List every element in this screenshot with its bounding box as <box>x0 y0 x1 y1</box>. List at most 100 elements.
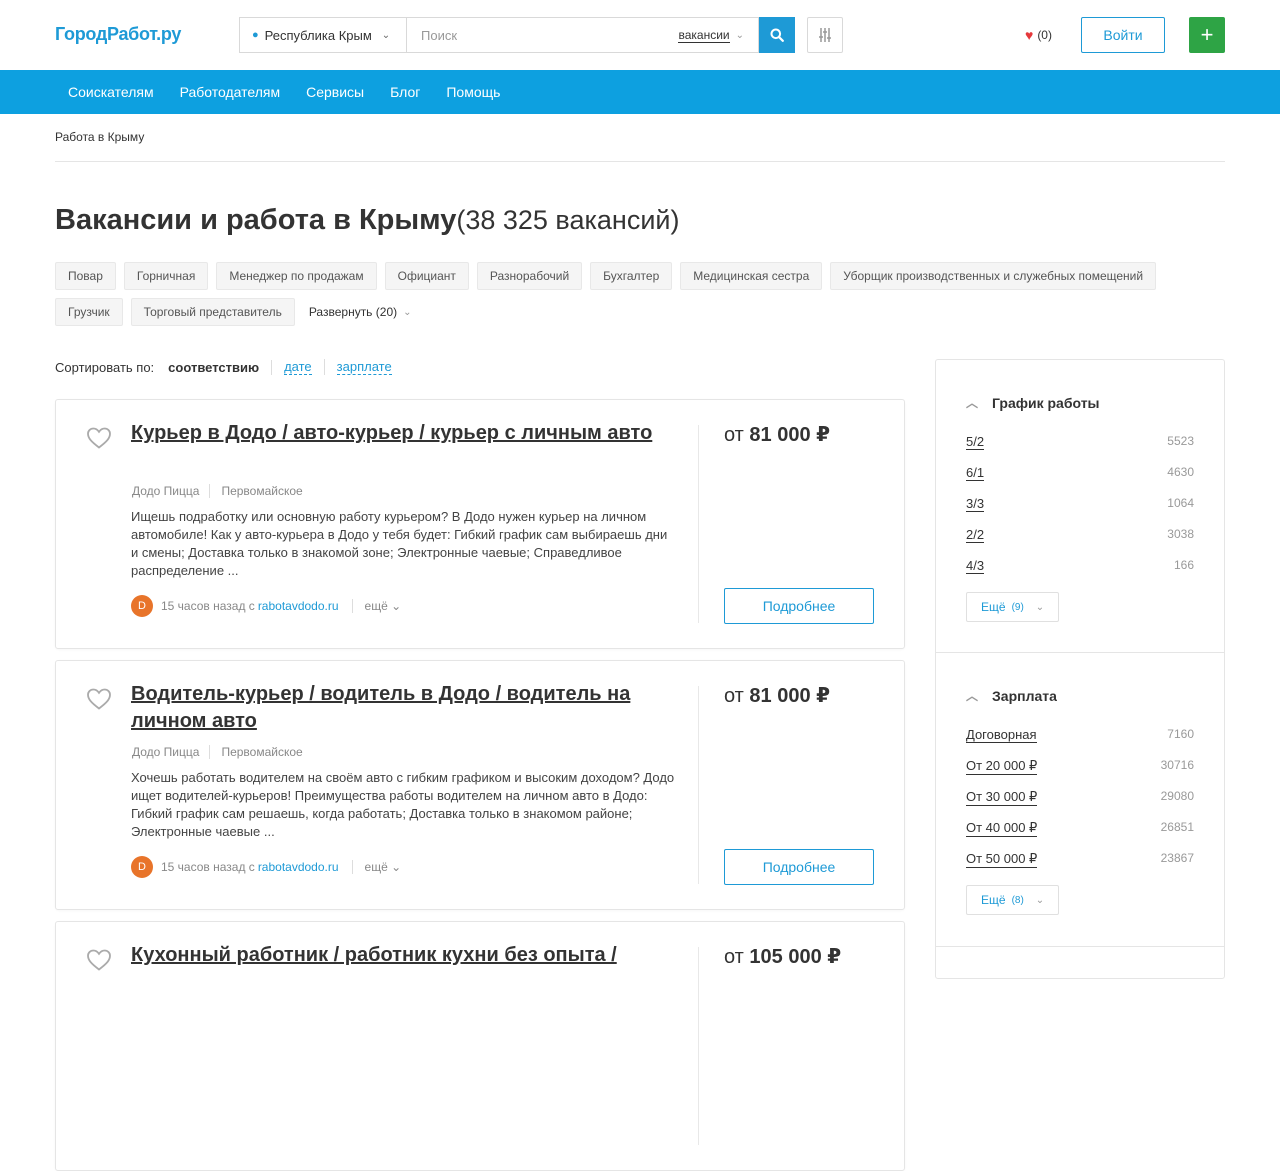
site-logo[interactable]: ГородРабот.ру <box>55 24 181 45</box>
filter-option[interactable]: От 20 000 ₽ 30716 <box>966 758 1194 775</box>
chevron-down-icon: ⌄ <box>381 29 391 41</box>
vacancy-title[interactable]: Курьер в Додо / авто-курьер / курьер с л… <box>131 420 671 447</box>
show-more-label: Ещё <box>981 893 1006 907</box>
heart-outline-icon[interactable] <box>86 426 112 450</box>
main-nav: Соискателям Работодателям Сервисы Блог П… <box>0 70 1280 114</box>
tag-item[interactable]: Торговый представитель <box>130 298 295 326</box>
filter-option[interactable]: От 40 000 ₽ 26851 <box>966 820 1194 837</box>
filter-option[interactable]: От 30 000 ₽ 29080 <box>966 789 1194 806</box>
vacancy-title[interactable]: Кухонный работник / работник кухни без о… <box>131 942 671 969</box>
nav-item-services[interactable]: Сервисы <box>306 84 364 100</box>
show-more-button[interactable]: Ещё (8) ⌄ <box>966 885 1060 915</box>
nav-item-blog[interactable]: Блог <box>390 84 420 100</box>
heart-outline-icon[interactable] <box>86 687 112 711</box>
vacancy-card: Водитель-курьер / водитель в Додо / води… <box>55 660 905 910</box>
search-button[interactable] <box>759 17 795 53</box>
region-selector[interactable]: ● Республика Крым ⌄ <box>239 17 406 53</box>
city-name: Первомайское <box>221 484 303 498</box>
nav-item-help[interactable]: Помощь <box>446 84 500 100</box>
header: ГородРабот.ру ● Республика Крым ⌄ ваканс… <box>0 0 1280 70</box>
filter-option[interactable]: 2/2 3038 <box>966 527 1194 543</box>
tag-item[interactable]: Горничная <box>123 262 209 290</box>
vacancy-title[interactable]: Водитель-курьер / водитель в Додо / води… <box>131 681 671 735</box>
vacancy-card: Кухонный работник / работник кухни без о… <box>55 921 905 1171</box>
divider <box>936 652 1224 653</box>
favorites-link[interactable]: ♥ (0) <box>1025 27 1052 43</box>
filter-option-count: 5523 <box>1167 434 1194 448</box>
search-type-selector[interactable]: вакансии <box>678 28 730 43</box>
filter-option-label: 2/2 <box>966 527 985 543</box>
chevron-down-icon: ⌄ <box>1035 601 1045 613</box>
separator <box>323 359 325 375</box>
posted-time: 15 часов назад с <box>161 860 255 874</box>
search-input[interactable] <box>421 27 679 43</box>
login-button[interactable]: Войти <box>1081 17 1165 53</box>
nav-item-employers[interactable]: Работодателям <box>180 84 281 100</box>
company-name: Додо Пицца <box>132 745 211 759</box>
sort-by-date[interactable]: дате <box>284 359 312 375</box>
sort-label: Сортировать по: <box>55 359 155 375</box>
salary-prefix: от <box>724 424 744 446</box>
source-link[interactable]: rabotavdodo.ru <box>258 599 339 613</box>
dodo-logo-icon: D <box>131 595 153 617</box>
tag-item[interactable]: Грузчик <box>55 298 123 326</box>
filter-option-label: 3/3 <box>966 496 985 512</box>
chevron-down-icon: ⌄ <box>735 29 744 41</box>
vacancy-footer: D 15 часов назад с rabotavdodo.ru ещё ⌄ <box>131 595 401 617</box>
location-pin-icon: ● <box>252 29 259 41</box>
sort-by-salary[interactable]: зарплате <box>336 359 392 375</box>
filter-option-label: 4/3 <box>966 558 985 574</box>
more-dropdown[interactable]: ещё ⌄ <box>351 860 401 874</box>
expand-tags-button[interactable]: Развернуть (20) ⌄ <box>303 298 418 326</box>
search-field: вакансии ⌄ <box>406 17 759 53</box>
dodo-logo-icon: D <box>131 856 153 878</box>
filter-section-title: График работы <box>992 394 1100 411</box>
chevron-up-icon: ︿ <box>966 396 979 410</box>
filter-option-count: 26851 <box>1160 820 1194 834</box>
chevron-down-icon: ⌄ <box>1035 894 1045 906</box>
sort-current: соответствию <box>168 359 273 375</box>
more-dropdown[interactable]: ещё ⌄ <box>351 599 401 613</box>
filter-option-count: 23867 <box>1160 851 1194 865</box>
details-button[interactable]: Подробнее <box>724 849 874 885</box>
posted-time: 15 часов назад с <box>161 599 255 613</box>
filter-option-label: От 40 000 ₽ <box>966 820 1038 837</box>
filter-option[interactable]: 3/3 1064 <box>966 496 1194 512</box>
tag-item[interactable]: Медицинская сестра <box>680 262 823 290</box>
tag-item[interactable]: Бухгалтер <box>590 262 673 290</box>
add-vacancy-button[interactable]: + <box>1189 17 1225 53</box>
show-more-label: Ещё <box>981 600 1006 614</box>
divider <box>698 947 699 1145</box>
filter-option-label: От 30 000 ₽ <box>966 789 1038 806</box>
filter-option[interactable]: 5/2 5523 <box>966 434 1194 450</box>
filter-option[interactable]: От 50 000 ₽ 23867 <box>966 851 1194 868</box>
nav-item-jobseekers[interactable]: Соискателям <box>68 84 154 100</box>
source-link[interactable]: rabotavdodo.ru <box>258 860 339 874</box>
filters-button[interactable] <box>807 17 843 53</box>
search-bar: ● Республика Крым ⌄ вакансии ⌄ <box>239 17 795 53</box>
tag-item[interactable]: Официант <box>384 262 469 290</box>
heart-outline-icon[interactable] <box>86 948 112 972</box>
show-more-count: (8) <box>1011 894 1024 906</box>
tag-item[interactable]: Уборщик производственных и служебных пом… <box>830 262 1157 290</box>
show-more-button[interactable]: Ещё (9) ⌄ <box>966 592 1060 622</box>
filter-section-header[interactable]: ︿ Зарплата <box>966 687 1057 704</box>
filter-option[interactable]: 6/1 4630 <box>966 465 1194 481</box>
details-button[interactable]: Подробнее <box>724 588 874 624</box>
vacancy-count: (38 325 вакансий) <box>456 205 680 235</box>
filter-option-label: Договорная <box>966 727 1037 743</box>
tag-item[interactable]: Разнорабочий <box>476 262 583 290</box>
filter-option[interactable]: 4/3 166 <box>966 558 1194 574</box>
vacancy-meta: Додо Пицца Первомайское <box>132 745 303 759</box>
divider <box>698 425 699 623</box>
filter-option-count: 30716 <box>1160 758 1194 772</box>
filter-option[interactable]: Договорная 7160 <box>966 727 1194 743</box>
salary-prefix: от <box>724 685 744 707</box>
tag-item[interactable]: Менеджер по продажам <box>216 262 377 290</box>
breadcrumb[interactable]: Работа в Крыму <box>55 130 144 144</box>
more-label: ещё <box>364 860 388 874</box>
expand-label: Развернуть (20) <box>308 305 398 319</box>
tag-item[interactable]: Повар <box>55 262 116 290</box>
filter-section-header[interactable]: ︿ График работы <box>966 394 1100 411</box>
filters-sidebar: ︿ График работы 5/2 5523 6/1 4630 3/3 1064 … <box>935 359 1225 979</box>
